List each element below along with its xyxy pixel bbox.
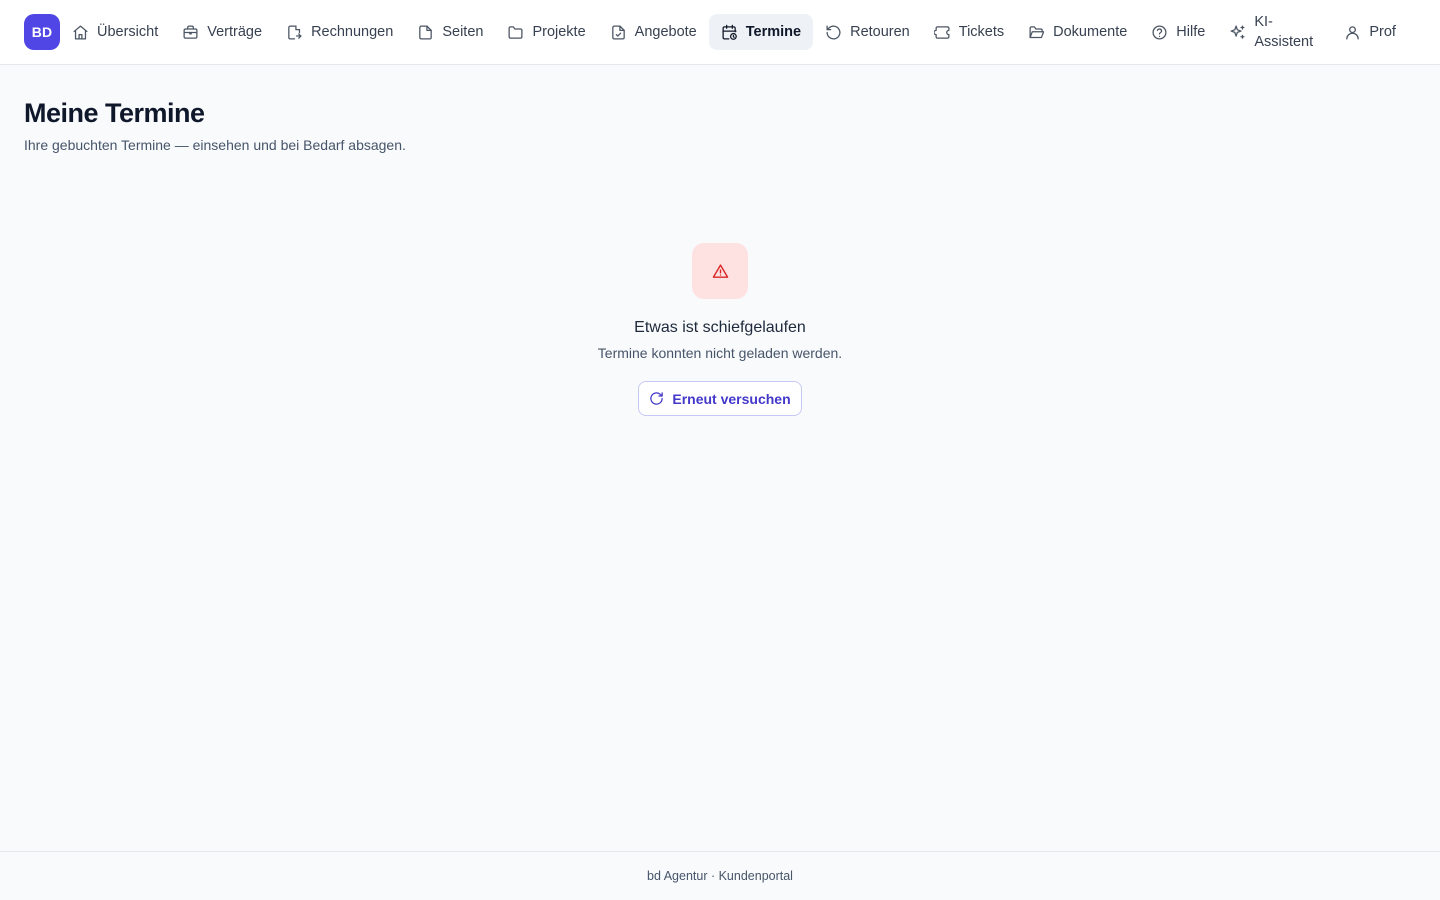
- nav-item-label: Termine: [745, 24, 802, 40]
- nav-item-label: KI- Assistent: [1254, 14, 1314, 50]
- nav-item-label: Projekte: [532, 24, 586, 40]
- footer-text: bd Agentur · Kundenportal: [647, 869, 793, 883]
- retry-button[interactable]: Erneut versuchen: [638, 381, 802, 416]
- brand-logo[interactable]: BD: [24, 14, 60, 50]
- nav-item-label: Angebote: [634, 24, 697, 40]
- file-check-icon: [611, 24, 625, 40]
- folder-icon: [508, 25, 523, 39]
- page-title: Meine Termine: [24, 98, 205, 128]
- error-title: Etwas ist schiefgelaufen: [634, 319, 806, 336]
- nav-item-retouren[interactable]: Retouren: [813, 14, 922, 50]
- nav-item-seiten[interactable]: Seiten: [405, 14, 495, 50]
- file-icon: [419, 24, 433, 40]
- sparkles-icon: [1230, 24, 1245, 39]
- nav-bar: BD Übersicht Verträge Rechnungen Seiten …: [24, 14, 1408, 50]
- folder-open-icon: [1029, 25, 1045, 38]
- nav-item-ki-assistent[interactable]: KI- Assistent: [1217, 14, 1332, 50]
- page-subtitle: Ihre gebuchten Termine — einsehen und be…: [24, 137, 406, 153]
- footer: bd Agentur · Kundenportal: [0, 851, 1440, 900]
- retry-button-label: Erneut versuchen: [672, 390, 791, 407]
- alert-triangle-icon: [712, 263, 728, 278]
- nav-item-label: Verträge: [207, 24, 263, 40]
- rotate-ccw-icon: [826, 24, 841, 40]
- help-circle-icon: [1152, 24, 1167, 40]
- briefcase-icon: [183, 24, 198, 39]
- nav-item-label: Prof: [1369, 24, 1396, 40]
- ticket-icon: [933, 25, 950, 39]
- nav-item-hilfe[interactable]: Hilfe: [1139, 14, 1217, 50]
- nav-item-termine[interactable]: Termine: [708, 14, 814, 50]
- user-icon: [1346, 25, 1360, 40]
- nav-item-label: Rechnungen: [311, 24, 394, 40]
- error-message: Termine konnten nicht geladen werden.: [597, 345, 843, 361]
- invoice-icon: [288, 24, 302, 40]
- nav-item-tickets[interactable]: Tickets: [922, 14, 1016, 50]
- error-state: Etwas ist schiefgelaufen Termine konnten…: [0, 243, 1440, 416]
- nav-item-profil[interactable]: Prof: [1332, 14, 1408, 50]
- nav-item-rechnungen[interactable]: Rechnungen: [274, 14, 405, 50]
- nav-item-projekte[interactable]: Projekte: [495, 14, 597, 50]
- nav-item-label: Tickets: [958, 24, 1005, 40]
- nav-item-label: Dokumente: [1053, 24, 1128, 40]
- nav-item-label: Übersicht: [97, 24, 159, 40]
- error-icon-container: [692, 243, 748, 299]
- calendar-clock-icon: [722, 24, 737, 40]
- home-icon: [73, 24, 88, 40]
- nav-item-uebersicht[interactable]: Übersicht: [60, 14, 170, 50]
- nav-item-angebote[interactable]: Angebote: [598, 14, 709, 50]
- nav-item-dokumente[interactable]: Dokumente: [1016, 14, 1139, 50]
- nav-item-label: Retouren: [850, 24, 910, 40]
- refresh-icon: [650, 392, 664, 405]
- nav-item-label: Seiten: [442, 24, 484, 40]
- top-navigation: BD Übersicht Verträge Rechnungen Seiten …: [0, 0, 1440, 65]
- nav-item-label: Hilfe: [1176, 24, 1206, 40]
- nav-item-vertraege[interactable]: Verträge: [170, 14, 274, 50]
